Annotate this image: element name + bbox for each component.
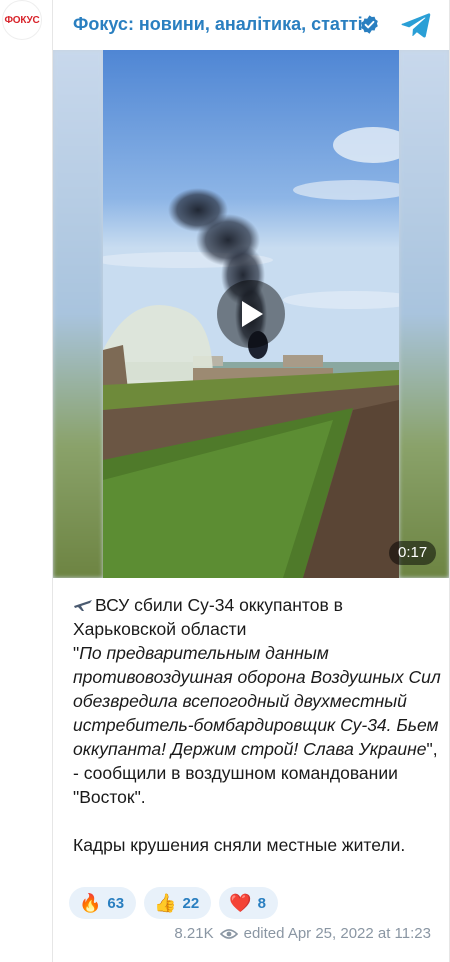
play-button[interactable] [217,280,285,348]
message-header: Фокус: новини, аналітика, статті [53,0,449,50]
verified-badge-icon [361,15,378,34]
eye-icon [219,928,238,939]
message-text: ВСУ сбили Су-34 оккупантов в Харьковской… [73,593,443,857]
video-blur-right [399,50,449,578]
post-footer: Кадры крушения сняли местные жители. [73,835,406,855]
reaction-count: 8 [257,894,266,912]
channel-name[interactable]: Фокус: новини, аналітика, статті [73,14,363,35]
reaction-thumbs-up[interactable]: 👍 22 [144,887,212,919]
reaction-count: 63 [107,894,125,912]
airplane-icon [74,600,92,611]
reaction-heart[interactable]: ❤️ 8 [219,887,278,919]
reaction-count: 22 [182,894,200,912]
avatar-logo-text: ФОКУС [4,14,40,26]
thumbs-up-icon: 👍 [154,893,177,913]
heart-icon: ❤️ [229,893,252,913]
channel-avatar[interactable]: ФОКУС [2,0,42,40]
telegram-icon[interactable] [401,12,431,38]
post-quote: По предварительным данным противовоздушн… [73,643,441,759]
message-meta: 8.21K edited Apr 25, 2022 at 11:23 [174,925,431,942]
play-icon [242,301,263,327]
edited-date: edited Apr 25, 2022 at 11:23 [243,925,431,942]
fire-icon: 🔥 [79,893,102,913]
video-blur-left [53,50,103,578]
video-duration: 0:17 [389,541,437,565]
post-headline: ВСУ сбили Су-34 оккупантов в Харьковской… [73,595,343,639]
view-count: 8.21K [174,925,214,942]
video-player[interactable]: 0:17 [53,50,449,578]
reaction-fire[interactable]: 🔥 63 [69,887,137,919]
message-card: Фокус: новини, аналітика, статті 0:17 ВС… [52,0,450,962]
reactions-bar: 🔥 63 👍 22 ❤️ 8 [69,887,278,919]
